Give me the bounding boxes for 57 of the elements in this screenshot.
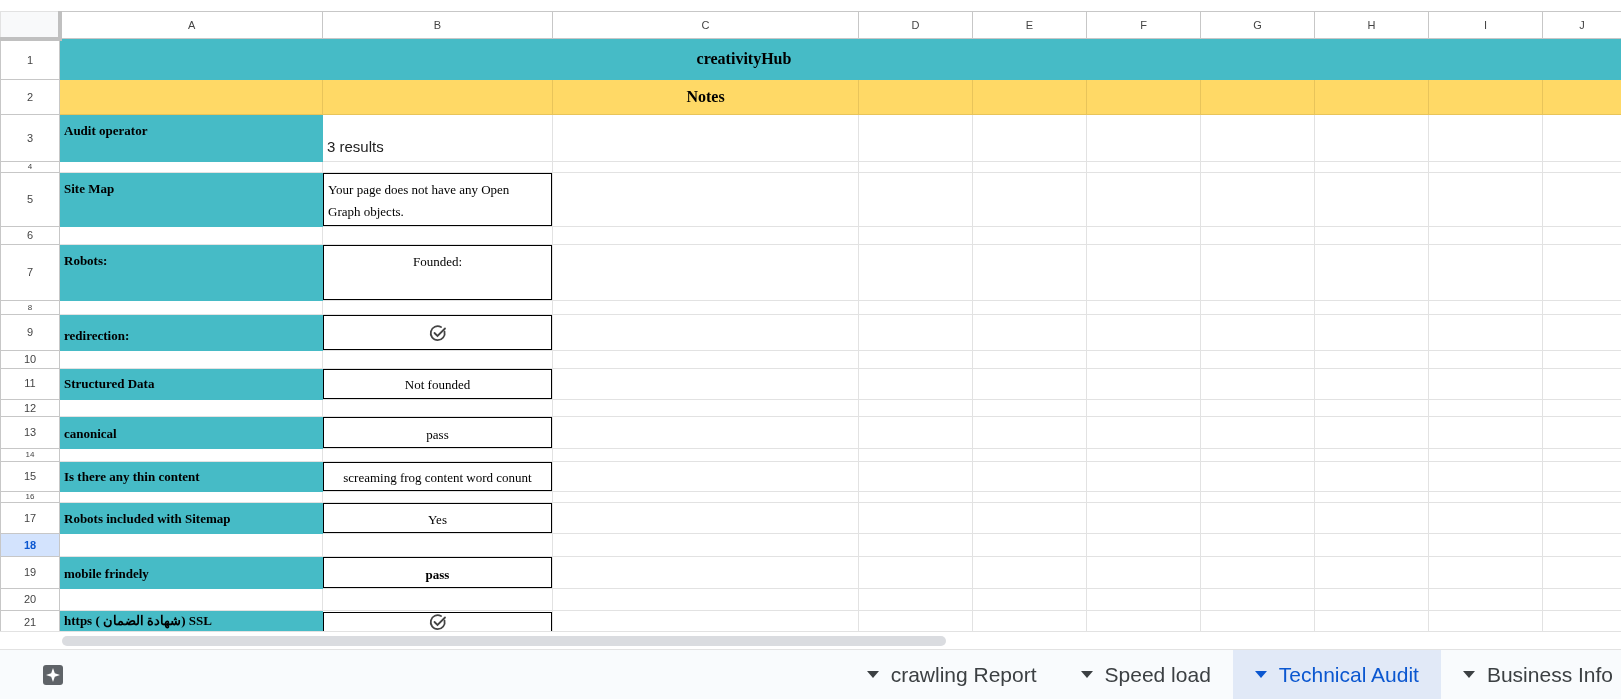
caret-icon[interactable] [1080, 671, 1093, 678]
table-cell: canonical [59, 416, 323, 449]
column-header[interactable]: E [972, 11, 1087, 39]
sheet-tab[interactable]: Business Info [1440, 650, 1621, 699]
table-cell: screaming frog content word conunt [323, 462, 552, 491]
column-header[interactable]: I [1428, 11, 1543, 39]
row-header[interactable]: 18 [0, 533, 60, 557]
title-cell: creativityHub [59, 38, 1429, 80]
table-cell: Site Map [59, 172, 323, 227]
caret-icon[interactable] [1462, 671, 1475, 678]
row-header[interactable]: 7 [0, 244, 60, 301]
row-header[interactable]: 21 [0, 610, 60, 631]
column-header[interactable]: B [322, 11, 553, 39]
column-header[interactable]: F [1086, 11, 1201, 39]
column-header[interactable]: C [552, 11, 859, 39]
check-circle-icon [428, 612, 447, 631]
table-cell: pass [323, 417, 552, 448]
table-cell: 3 results [322, 114, 553, 162]
table-cell: Is there any thin content [59, 461, 323, 492]
row-header[interactable]: 13 [0, 416, 60, 449]
table-cell: Founded: [323, 245, 552, 300]
sheet-tab[interactable]: Technical Audit [1232, 650, 1441, 699]
row-header[interactable]: 15 [0, 461, 60, 492]
column-header[interactable]: A [59, 11, 323, 39]
row-header[interactable]: 4 [0, 161, 60, 173]
column-header[interactable]: D [858, 11, 973, 39]
table-cell: Not founded [323, 369, 552, 398]
row-header[interactable]: 19 [0, 556, 60, 589]
row-header[interactable]: 20 [0, 588, 60, 611]
row-header[interactable]: 1 [0, 38, 60, 80]
row-header[interactable]: 9 [0, 314, 60, 351]
table-cell: Audit operator [59, 114, 323, 162]
sheet-tab[interactable]: crawling Report [844, 650, 1059, 699]
row-header[interactable]: 16 [0, 491, 60, 503]
column-header[interactable]: H [1314, 11, 1429, 39]
table-cell: Your page does not have any Open Graph objects. [323, 173, 552, 226]
scrollbar[interactable] [62, 635, 946, 646]
sheet-tab[interactable]: Speed load [1058, 650, 1233, 699]
caret-icon[interactable] [866, 671, 879, 678]
table-cell: redirection: [59, 314, 323, 351]
table-cell: Yes [323, 503, 552, 533]
sparkle-icon[interactable] [42, 663, 64, 686]
column-header[interactable]: G [1200, 11, 1315, 39]
table-cell: pass [323, 557, 552, 588]
row-header[interactable]: 17 [0, 502, 60, 534]
table-cell: Robots: [59, 244, 323, 301]
table-cell: Robots included with Sitemap [59, 502, 323, 534]
header-cell: Notes [552, 79, 859, 115]
row-header[interactable]: 11 [0, 368, 60, 399]
row-header[interactable]: 5 [0, 172, 60, 227]
check-circle-icon [428, 323, 447, 342]
row-header[interactable]: 3 [0, 114, 60, 162]
caret-icon[interactable] [1254, 671, 1267, 678]
row-header[interactable]: 2 [0, 79, 60, 115]
table-cell: mobile frindely [59, 556, 323, 589]
column-header[interactable]: J [1542, 11, 1621, 39]
table-cell: Structured Data [59, 368, 323, 399]
